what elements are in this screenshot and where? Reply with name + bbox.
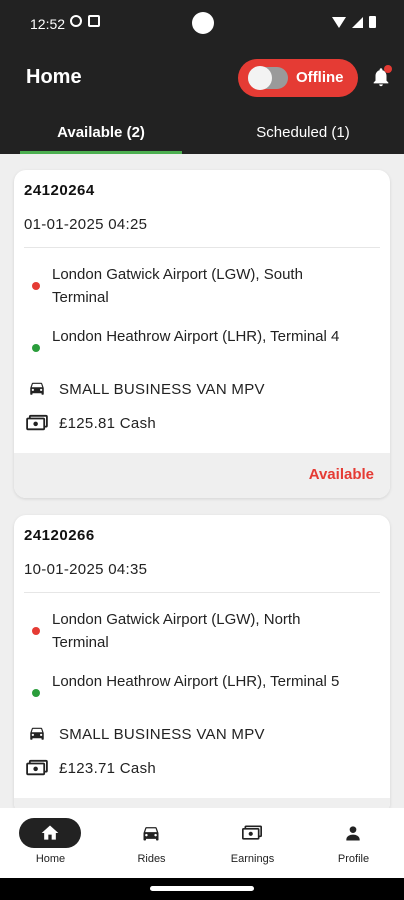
vehicle-type: SMALL BUSINESS VAN MPV [59, 381, 265, 398]
ride-id: 24120266 [24, 527, 95, 544]
fare-amount: £123.71 Cash [59, 760, 157, 777]
divider [24, 247, 380, 248]
toggle-switch[interactable] [248, 66, 288, 90]
status-bar: 12:52 [0, 0, 404, 48]
notification-badge [384, 65, 392, 73]
vpn-icon [70, 15, 82, 27]
person-icon [346, 826, 360, 841]
ride-datetime: 01-01-2025 04:25 [24, 216, 148, 233]
cash-icon [26, 414, 48, 431]
ride-card[interactable]: 24120264 01-01-2025 04:25 London Gatwick… [14, 170, 390, 498]
pickup-location: London Gatwick Airport (LGW), North Term… [52, 611, 301, 651]
nav-rides-pill[interactable] [120, 818, 182, 848]
status-badge: Available [308, 466, 374, 483]
car-icon [30, 382, 44, 395]
cash-icon [242, 825, 262, 840]
dropoff-location: London Heathrow Airport (LHR), Terminal … [52, 328, 340, 345]
pickup-dot-icon [32, 627, 40, 635]
dropoff-dot-icon [32, 344, 40, 352]
car-icon [143, 827, 159, 841]
status-time: 12:52 [30, 16, 66, 32]
battery-icon [369, 16, 376, 28]
app-header: 12:52 Home Offline Available (2) Schedul… [0, 0, 404, 154]
tab-scheduled[interactable]: Scheduled (1) [202, 110, 404, 154]
notifications-button[interactable] [370, 65, 392, 90]
nav-earnings-pill[interactable] [221, 818, 283, 848]
toggle-label: Offline [296, 69, 344, 86]
nav-home-label: Home [35, 853, 66, 865]
dropoff-dot-icon [32, 689, 40, 697]
divider [24, 592, 380, 593]
system-nav-area [0, 878, 404, 900]
bottom-navigation: Home Rides Earnings Profile [0, 808, 404, 878]
nav-home[interactable]: Home [0, 808, 101, 878]
nav-earnings[interactable]: Earnings [202, 808, 303, 878]
ride-card[interactable]: 24120266 10-01-2025 04:35 London Gatwick… [14, 515, 390, 815]
nav-rides[interactable]: Rides [101, 808, 202, 878]
signal-icon [352, 16, 363, 28]
home-icon [41, 825, 59, 840]
ride-id: 24120264 [24, 182, 95, 199]
pickup-dot-icon [32, 282, 40, 290]
nav-rides-label: Rides [137, 853, 166, 865]
pickup-location: London Gatwick Airport (LGW), South Term… [52, 266, 303, 306]
home-indicator[interactable] [150, 886, 254, 891]
page-title: Home [26, 66, 82, 88]
dropoff-location: London Heathrow Airport (LHR), Terminal … [52, 673, 340, 690]
nav-profile-label: Profile [337, 853, 370, 865]
card-footer: Available [14, 453, 390, 498]
online-status-toggle[interactable]: Offline [238, 59, 358, 97]
camera-cutout [192, 12, 214, 34]
car-icon [30, 727, 44, 740]
toggle-knob [248, 66, 272, 90]
fare-amount: £125.81 Cash [59, 415, 157, 432]
cash-icon [26, 759, 48, 776]
ride-tabs: Available (2) Scheduled (1) [0, 110, 404, 154]
notification-icon [88, 15, 100, 27]
ride-datetime: 10-01-2025 04:35 [24, 561, 148, 578]
nav-home-pill[interactable] [19, 818, 81, 848]
vehicle-type: SMALL BUSINESS VAN MPV [59, 726, 265, 743]
tab-available[interactable]: Available (2) [0, 110, 202, 154]
nav-earnings-label: Earnings [230, 853, 275, 865]
nav-profile[interactable]: Profile [303, 808, 404, 878]
wifi-icon [332, 16, 346, 28]
nav-profile-pill[interactable] [322, 818, 384, 848]
tab-indicator [20, 151, 182, 154]
